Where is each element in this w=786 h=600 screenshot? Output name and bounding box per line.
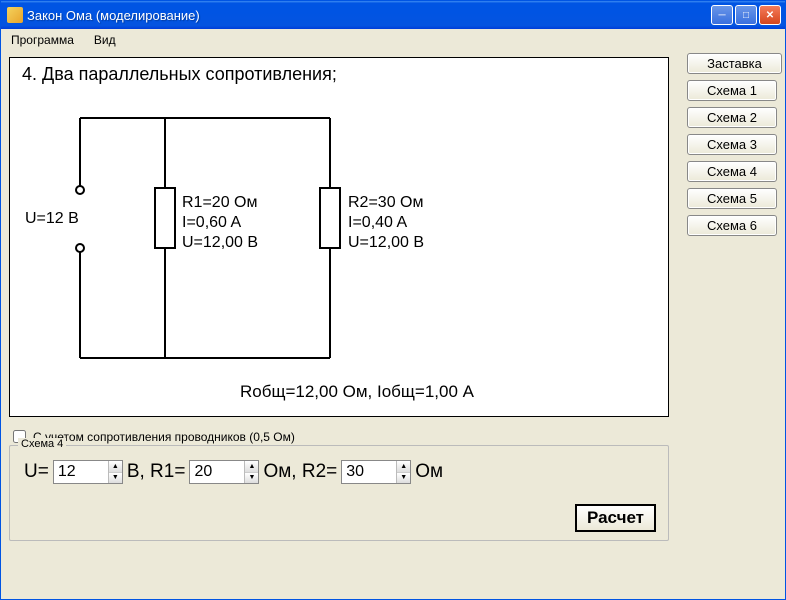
- inputs-row: U= ▲ ▼ В, R1= ▲ ▼ Ом, R2=: [20, 460, 447, 484]
- inputs-legend: Схема 4: [18, 438, 66, 450]
- u-input[interactable]: [54, 461, 108, 483]
- u-spin-up[interactable]: ▲: [109, 461, 122, 473]
- r2-line1: R2=30 Ом: [348, 194, 423, 212]
- close-button[interactable]: ✕: [759, 5, 781, 25]
- scheme-2-button[interactable]: Схема 2: [687, 107, 777, 128]
- r2-spin-up[interactable]: ▲: [397, 461, 410, 473]
- scheme-5-button[interactable]: Схема 5: [687, 188, 777, 209]
- content-area: 4. Два параллельных сопротивления;: [9, 47, 777, 591]
- window-controls: ─ □ ✕: [711, 5, 781, 25]
- u-label: U=: [24, 461, 49, 483]
- wire-resistance-label: С учетом сопротивления проводников (0,5 …: [33, 430, 295, 444]
- circuit-svg: [10, 58, 670, 418]
- u-spin-down[interactable]: ▼: [109, 473, 122, 484]
- r2-line3: U=12,00 B: [348, 234, 424, 252]
- r1-spin-up[interactable]: ▲: [245, 461, 258, 473]
- scheme-6-button[interactable]: Схема 6: [687, 215, 777, 236]
- r2-input[interactable]: [342, 461, 396, 483]
- r2-unit-label: Ом: [415, 461, 443, 483]
- scheme-4-button[interactable]: Схема 4: [687, 161, 777, 182]
- app-window: Закон Ома (моделирование) ─ □ ✕ Программ…: [0, 0, 786, 600]
- window-title: Закон Ома (моделирование): [27, 8, 711, 23]
- scheme-3-button[interactable]: Схема 3: [687, 134, 777, 155]
- r2-spin-down[interactable]: ▼: [397, 473, 410, 484]
- calculate-button[interactable]: Расчет: [575, 504, 656, 532]
- splash-button[interactable]: Заставка: [687, 53, 782, 74]
- r1-line3: U=12,00 B: [182, 234, 258, 252]
- diagram-panel: 4. Два параллельных сопротивления;: [9, 57, 669, 417]
- titlebar: Закон Ома (моделирование) ─ □ ✕: [1, 1, 785, 29]
- source-voltage-label: U=12 B: [25, 210, 79, 228]
- maximize-button[interactable]: □: [735, 5, 757, 25]
- minimize-button[interactable]: ─: [711, 5, 733, 25]
- r1-spinner: ▲ ▼: [189, 460, 259, 484]
- r1-line2: I=0,60 A: [182, 214, 241, 232]
- r1-spin-down[interactable]: ▼: [245, 473, 258, 484]
- side-buttons: Заставка Схема 1 Схема 2 Схема 3 Схема 4…: [687, 53, 777, 236]
- r2-spinner: ▲ ▼: [341, 460, 411, 484]
- r2-line2: I=0,40 A: [348, 214, 407, 232]
- u-spinner: ▲ ▼: [53, 460, 123, 484]
- app-icon: [7, 7, 23, 23]
- inputs-fieldset: Схема 4 U= ▲ ▼ В, R1= ▲ ▼: [9, 445, 669, 541]
- scheme-1-button[interactable]: Схема 1: [687, 80, 777, 101]
- totals-label: Rобщ=12,00 Ом, Iобщ=1,00 A: [240, 382, 474, 402]
- u-unit-r1-label: В, R1=: [127, 461, 186, 483]
- r1-line1: R1=20 Ом: [182, 194, 257, 212]
- r1-input[interactable]: [190, 461, 244, 483]
- r1-unit-r2-label: Ом, R2=: [263, 461, 337, 483]
